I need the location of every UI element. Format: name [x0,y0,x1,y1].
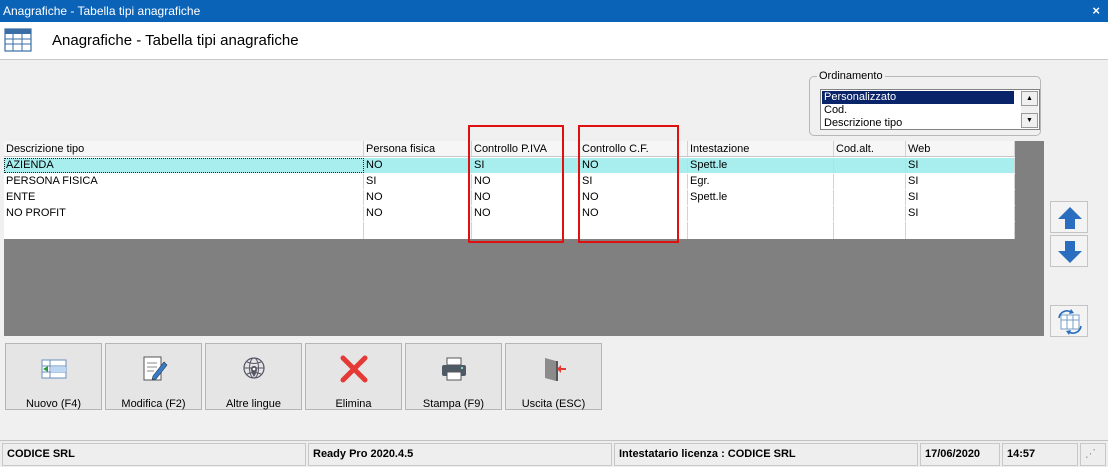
exit-icon [545,358,566,381]
cell-web[interactable]: SI [906,174,1015,189]
edit-button[interactable]: Modifica (F2) [105,343,202,410]
refresh-button[interactable] [1050,305,1088,337]
delete-button[interactable]: Elimina [305,343,402,410]
empty-cell [472,222,580,239]
new-record-icon [41,359,67,379]
cell-intestazione[interactable] [688,206,834,221]
move-down-button[interactable] [1050,235,1088,267]
cell-intestazione[interactable]: Spett.le [688,190,834,205]
cell-web[interactable]: SI [906,190,1015,205]
status-bar: CODICE SRL Ready Pro 2020.4.5 Intestatar… [0,440,1108,467]
status-company: CODICE SRL [2,443,306,466]
print-button[interactable]: Stampa (F9) [405,343,502,410]
empty-cell [834,222,906,239]
grid-header-row: Descrizione tipo Persona fisica Controll… [4,141,1015,157]
arrow-up-icon [1058,207,1082,229]
cell-controllo-piva[interactable]: SI [472,158,580,173]
cell-persona-fisica[interactable]: NO [364,158,472,173]
cell-descrizione[interactable]: AZIENDA [4,158,364,173]
table-row[interactable]: NO PROFIT NO NO NO SI [4,206,1015,221]
empty-cell [906,222,1015,239]
new-button-label: Nuovo (F4) [25,398,82,410]
new-button[interactable]: Nuovo (F4) [5,343,102,410]
cell-web[interactable]: SI [906,158,1015,173]
status-version: Ready Pro 2020.4.5 [308,443,612,466]
languages-button-label: Altre lingue [225,398,282,410]
empty-row[interactable] [4,222,1015,239]
delete-icon [340,355,368,383]
cell-cod-alt[interactable] [834,206,906,221]
sort-option[interactable]: Personalizzato [822,91,1014,104]
cell-persona-fisica[interactable]: NO [364,190,472,205]
grid-area: Descrizione tipo Persona fisica Controll… [4,141,1044,336]
status-license: Intestatario licenza : CODICE SRL [614,443,918,466]
cell-controllo-cf[interactable]: NO [580,190,688,205]
page-title: Anagrafiche - Tabella tipi anagrafiche [52,32,299,49]
empty-cell [4,222,364,239]
cell-cod-alt[interactable] [834,174,906,189]
empty-cell [580,222,688,239]
cell-controllo-piva[interactable]: NO [472,174,580,189]
column-header[interactable]: Controllo C.F. [580,141,688,156]
exit-button[interactable]: Uscita (ESC) [505,343,602,410]
delete-button-label: Elimina [335,398,372,410]
column-header[interactable]: Controllo P.IVA [472,141,580,156]
cell-controllo-piva[interactable]: NO [472,206,580,221]
edit-icon [143,356,168,381]
globe-icon [243,357,265,379]
cell-descrizione[interactable]: NO PROFIT [4,206,364,221]
edit-button-label: Modifica (F2) [121,398,186,410]
resize-grip-icon[interactable]: ⋰ [1080,443,1106,466]
cell-intestazione[interactable]: Egr. [688,174,834,189]
empty-cell [364,222,472,239]
cell-descrizione[interactable]: ENTE [4,190,364,205]
exit-button-label: Uscita (ESC) [521,398,586,410]
cell-persona-fisica[interactable]: NO [364,206,472,221]
window-title: Anagrafiche - Tabella tipi anagrafiche [3,4,201,18]
cell-descrizione[interactable]: PERSONA FISICA [4,174,364,189]
refresh-icon [1058,309,1082,335]
data-grid[interactable]: Descrizione tipo Persona fisica Controll… [4,141,1015,239]
sort-option[interactable]: Descrizione tipo [822,117,1014,130]
languages-button[interactable]: Altre lingue [205,343,302,410]
cell-web[interactable]: SI [906,206,1015,221]
table-row[interactable]: AZIENDA NO SI NO Spett.le SI [4,158,1015,173]
column-header[interactable]: Cod.alt. [834,141,906,156]
sort-scrollbar[interactable]: ▲ ▼ [1021,91,1038,128]
column-header[interactable]: Descrizione tipo [4,141,364,156]
sort-legend: Ordinamento [817,70,885,82]
cell-cod-alt[interactable] [834,158,906,173]
move-up-button[interactable] [1050,201,1088,233]
page-header: Anagrafiche - Tabella tipi anagrafiche [0,22,1108,60]
print-button-label: Stampa (F9) [422,398,485,410]
cell-persona-fisica[interactable]: SI [364,174,472,189]
scroll-down-icon[interactable]: ▼ [1021,113,1038,128]
arrow-down-icon [1058,241,1082,263]
close-icon[interactable]: × [1092,3,1100,18]
table-row[interactable]: ENTE NO NO NO Spett.le SI [4,190,1015,205]
sort-listbox[interactable]: Personalizzato Cod. Descrizione tipo ▲ ▼ [820,89,1040,130]
sort-option[interactable]: Cod. [822,104,1014,117]
status-date: 17/06/2020 [920,443,1000,466]
empty-cell [688,222,834,239]
cell-controllo-cf[interactable]: SI [580,174,688,189]
table-row[interactable]: PERSONA FISICA SI NO SI Egr. SI [4,174,1015,189]
column-header[interactable]: Web [906,141,1015,156]
status-time: 14:57 [1002,443,1078,466]
cell-controllo-cf[interactable]: NO [580,206,688,221]
window-title-bar: Anagrafiche - Tabella tipi anagrafiche × [0,0,1108,22]
cell-controllo-piva[interactable]: NO [472,190,580,205]
scroll-up-icon[interactable]: ▲ [1021,91,1038,106]
printer-icon [442,357,466,381]
table-icon [4,28,32,52]
cell-controllo-cf[interactable]: NO [580,158,688,173]
column-header[interactable]: Persona fisica [364,141,472,156]
sort-group: Ordinamento Personalizzato Cod. Descrizi… [809,70,1041,136]
cell-intestazione[interactable]: Spett.le [688,158,834,173]
cell-cod-alt[interactable] [834,190,906,205]
column-header[interactable]: Intestazione [688,141,834,156]
